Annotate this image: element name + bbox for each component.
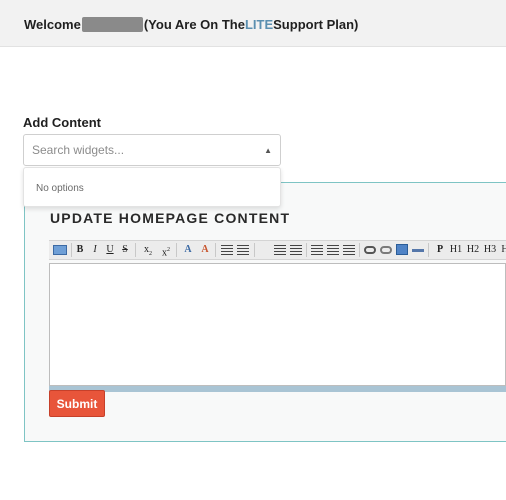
align-right-icon[interactable]	[343, 245, 355, 255]
align-center-icon[interactable]	[327, 245, 339, 255]
horizontal-rule-icon[interactable]	[412, 249, 424, 252]
strikethrough-button[interactable]: S	[120, 243, 130, 257]
widget-search-select[interactable]: ▲	[23, 134, 281, 166]
toolbar-divider	[306, 243, 307, 257]
heading4-button[interactable]: H	[500, 243, 506, 257]
toolbar-divider	[71, 243, 72, 257]
subscript-button[interactable]: x2	[142, 243, 154, 257]
add-content-label: Add Content	[23, 115, 101, 130]
editor-toolbar: B I U S x2 x2 A A P H1 H2 H3 H	[49, 240, 506, 260]
paragraph-button[interactable]: P	[435, 243, 445, 257]
bold-button[interactable]: B	[75, 243, 85, 257]
underline-button[interactable]: U	[105, 243, 115, 257]
toolbar-divider	[428, 243, 429, 257]
image-icon[interactable]	[396, 244, 408, 255]
toolbar-divider	[359, 243, 360, 257]
toolbar-divider	[135, 243, 136, 257]
link-icon[interactable]	[364, 246, 376, 254]
heading1-button[interactable]: H1	[449, 243, 463, 257]
content-editor-area[interactable]	[49, 263, 506, 386]
panel-title: UPDATE HOMEPAGE CONTENT	[50, 210, 291, 226]
plan-open-text: (You Are On The	[143, 17, 245, 32]
no-options-text: No options	[36, 183, 84, 194]
toolbar-divider	[176, 243, 177, 257]
redacted-username	[81, 17, 143, 32]
submit-button[interactable]: Submit	[49, 390, 105, 417]
align-left-icon[interactable]	[311, 245, 323, 255]
indent-icon[interactable]	[290, 245, 302, 255]
widget-dropdown-menu: No options	[23, 167, 281, 207]
unordered-list-icon[interactable]	[237, 245, 249, 255]
widget-search-input[interactable]	[24, 135, 262, 165]
unlink-icon[interactable]	[380, 246, 392, 254]
welcome-message: Welcome (You Are On The LITE Support Pla…	[24, 17, 358, 32]
outdent-icon[interactable]	[274, 245, 286, 255]
source-code-icon[interactable]	[53, 245, 67, 255]
plan-close-text: Support Plan)	[273, 17, 359, 32]
toolbar-divider	[254, 243, 255, 257]
heading3-button[interactable]: H3	[483, 243, 497, 257]
heading2-button[interactable]: H2	[466, 243, 480, 257]
ordered-list-icon[interactable]	[221, 245, 233, 255]
superscript-button[interactable]: x2	[160, 243, 172, 258]
welcome-prefix: Welcome	[24, 17, 81, 32]
background-color-icon[interactable]: A	[198, 243, 212, 257]
text-color-icon[interactable]: A	[181, 243, 195, 257]
toolbar-divider	[215, 243, 216, 257]
plan-name: LITE	[244, 17, 274, 32]
caret-up-icon[interactable]: ▲	[264, 146, 272, 155]
top-bar: Welcome (You Are On The LITE Support Pla…	[0, 0, 506, 47]
italic-button[interactable]: I	[90, 243, 100, 257]
editor-resize-bar[interactable]	[49, 386, 506, 392]
